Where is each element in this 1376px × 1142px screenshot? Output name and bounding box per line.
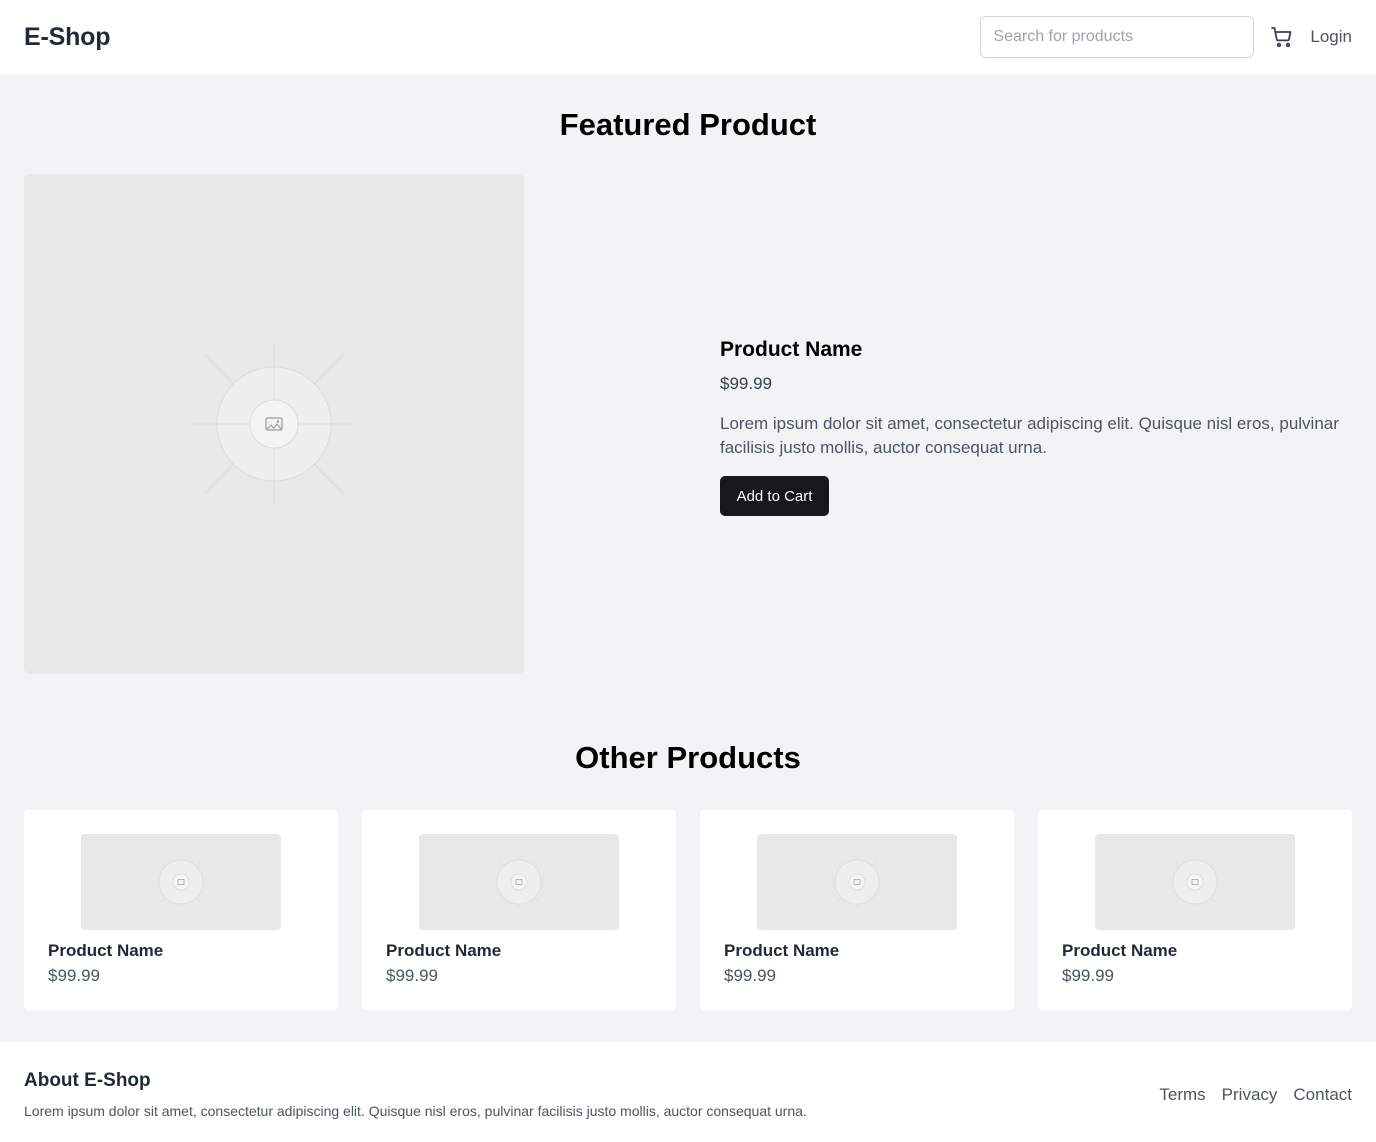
product-card-name: Product Name	[48, 941, 164, 960]
product-card-image	[757, 834, 957, 930]
featured-product-info: Product Name $99.99 Lorem ipsum dolor si…	[720, 174, 1352, 674]
product-card-image	[81, 834, 281, 930]
product-card[interactable]: Product Name $99.99	[24, 810, 338, 1010]
footer-about: About E-Shop Lorem ipsum dolor sit amet,…	[24, 1042, 807, 1119]
image-placeholder-icon	[194, 344, 354, 504]
footer-link-privacy[interactable]: Privacy	[1222, 1085, 1278, 1105]
footer-title: About E-Shop	[24, 1070, 151, 1091]
product-card-price: $99.99	[386, 966, 438, 985]
image-placeholder-icon	[1170, 857, 1220, 907]
featured-product-description: Lorem ipsum dolor sit amet, consectetur …	[720, 414, 1339, 457]
footer-description: Lorem ipsum dolor sit amet, consectetur …	[24, 1103, 807, 1119]
search-input[interactable]	[980, 16, 1255, 58]
cart-icon[interactable]	[1270, 25, 1294, 49]
featured-product-image	[24, 174, 524, 674]
product-card[interactable]: Product Name $99.99	[700, 810, 1014, 1010]
site-header: E-Shop Login	[0, 0, 1376, 74]
footer-links: Terms Privacy Contact	[1159, 1042, 1352, 1105]
product-card-image	[419, 834, 619, 930]
product-card-price: $99.99	[48, 966, 100, 985]
site-logo[interactable]: E-Shop	[24, 23, 110, 52]
image-placeholder-icon	[494, 857, 544, 907]
other-products-title: Other Products	[575, 740, 801, 775]
footer-link-terms[interactable]: Terms	[1159, 1085, 1205, 1105]
product-card-name: Product Name	[724, 941, 840, 960]
product-card-name: Product Name	[386, 941, 502, 960]
product-card-name: Product Name	[1062, 941, 1178, 960]
product-card[interactable]: Product Name $99.99	[1038, 810, 1352, 1010]
login-link[interactable]: Login	[1310, 27, 1352, 47]
header-actions: Login	[980, 16, 1352, 58]
product-card-price: $99.99	[1062, 966, 1114, 985]
add-to-cart-button[interactable]: Add to Cart	[720, 476, 829, 516]
featured-product-name: Product Name	[720, 338, 863, 361]
product-grid: Product Name $99.99 Product Name $99.99 …	[0, 810, 1376, 1010]
image-placeholder-icon	[832, 857, 882, 907]
site-footer: About E-Shop Lorem ipsum dolor sit amet,…	[0, 1042, 1376, 1142]
featured-title: Featured Product	[559, 107, 817, 142]
image-placeholder-icon	[156, 857, 206, 907]
featured-product: Product Name $99.99 Lorem ipsum dolor si…	[0, 174, 1376, 674]
product-card-price: $99.99	[724, 966, 776, 985]
product-card-image	[1095, 834, 1295, 930]
footer-link-contact[interactable]: Contact	[1293, 1085, 1352, 1105]
featured-product-price: $99.99	[720, 374, 772, 393]
product-card[interactable]: Product Name $99.99	[362, 810, 676, 1010]
